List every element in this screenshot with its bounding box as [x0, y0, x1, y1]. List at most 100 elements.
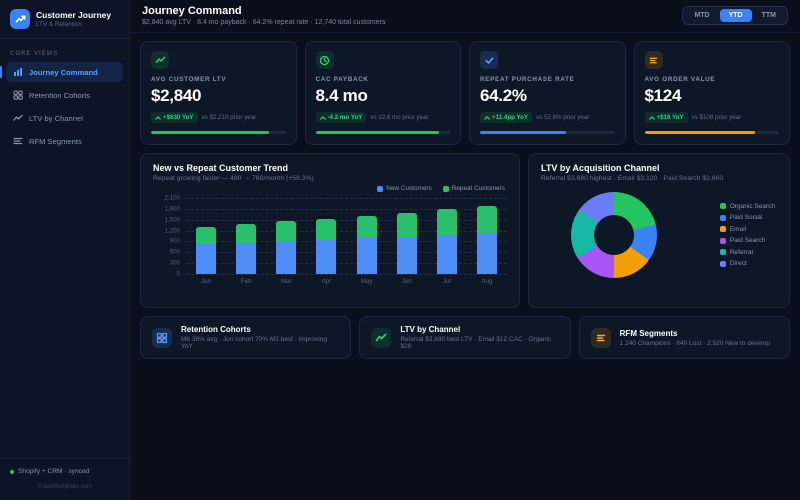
kpi-meta: -4.2 mo YoY vs 12.6 mo prior year [315, 112, 451, 123]
y-tick-label: 0 [176, 270, 180, 278]
caret-up-icon [319, 115, 326, 120]
y-tick-label: 900 [169, 237, 180, 245]
bar-column [196, 198, 217, 274]
shortcut-title: RFM Segments [619, 328, 678, 338]
kpi-progress-track [480, 131, 615, 134]
shortcut-card-rfm-segments[interactable]: RFM Segments 1,240 Champions · 640 Lost … [578, 316, 790, 359]
legend-item-new-customers: New Customers [377, 185, 432, 192]
page-subtitle: $2,840 avg LTV · 8.4 mo payback · 64.2% … [142, 19, 386, 26]
bar-segment-new [316, 239, 337, 274]
kpi-delta-badge: +$16 YoY [644, 112, 688, 123]
x-tick-label: Jun [401, 278, 412, 285]
sidebar: Customer Journey LTV & Retention CORE VI… [0, 0, 130, 500]
sidebar-item-retention-cohorts[interactable]: Retention Cohorts [6, 85, 123, 105]
legend-swatch [719, 237, 726, 244]
clock-icon [315, 51, 334, 69]
bar-column [356, 198, 377, 274]
bar-segment-repeat [276, 221, 297, 242]
bar-segment-repeat [196, 226, 217, 245]
bar-column [396, 198, 417, 274]
bar-segment-new [236, 242, 257, 274]
sidebar-item-rfm-segments[interactable]: RFM Segments [6, 131, 123, 151]
donut-legend: Organic Search Paid Social Email Paid Searc… [719, 203, 775, 267]
bar-chart-yaxis: 2,100 1,800 1,500 1,200 900 600 300 0 [153, 195, 180, 278]
panel-subtitle: Repeat growing faster — 480 → 760/month … [153, 175, 314, 182]
legend-swatch [719, 214, 726, 221]
grid-icon [13, 90, 23, 100]
panel-title: New vs Repeat Customer Trend [153, 163, 289, 173]
kpi-label: REPEAT PURCHASE RATE [480, 76, 575, 83]
legend-swatch [719, 260, 726, 267]
grid-icon [152, 327, 172, 348]
shortcut-row: Retention Cohorts M6 36% avg · Jun cohor… [140, 316, 790, 359]
range-button-mtd[interactable]: MTD [685, 9, 718, 22]
gridline [186, 274, 507, 275]
y-tick-label: 300 [169, 259, 180, 267]
x-tick-label: May [360, 278, 373, 285]
kpi-meta: +$630 YoY vs $2,210 prior year [151, 112, 286, 123]
sync-status: Shopify + CRM · synced [10, 468, 119, 475]
kpi-delta-badge: -4.2 mo YoY [315, 112, 367, 123]
status-dot-icon [10, 469, 14, 474]
bar-column [316, 198, 337, 274]
kpi-value: $2,840 [151, 86, 202, 105]
donut-legend-item: Paid Search [719, 237, 775, 244]
rows-icon [13, 136, 23, 146]
panel-new-vs-repeat-trend: New vs Repeat Customer Trend Repeat grow… [140, 153, 520, 308]
caret-up-icon [648, 115, 655, 120]
legend-swatch [442, 185, 449, 192]
y-tick-label: 1,800 [164, 205, 180, 213]
sidebar-item-label: LTV by Channel [29, 113, 83, 123]
kpi-progress-fill [644, 131, 755, 134]
bar-segment-new [396, 236, 417, 274]
sidebar-item-journey-command[interactable]: Journey Command [0, 62, 123, 82]
legend-swatch [719, 249, 726, 256]
range-button-ttm[interactable]: TTM [753, 9, 785, 22]
topbar: Journey Command $2,840 avg LTV · 8.4 mo … [130, 0, 800, 33]
caret-up-icon [484, 115, 490, 120]
bar-segment-repeat [236, 224, 257, 243]
donut-legend-item: Email [719, 226, 775, 233]
donut-legend-item: Direct [719, 260, 775, 267]
sidebar-nav: Journey Command Retention Cohorts LTV by… [0, 62, 129, 151]
brand: Customer Journey LTV & Retention [0, 0, 129, 39]
bar-column [236, 198, 257, 274]
x-tick-label: Jan [201, 278, 212, 285]
trend-up-icon [371, 327, 392, 348]
sidebar-item-label: Retention Cohorts [29, 90, 91, 100]
range-button-ytd[interactable]: YTD [719, 9, 752, 22]
kpi-compare: vs $108 prior year [691, 114, 742, 121]
kpi-value: 8.4 mo [315, 86, 368, 105]
sidebar-item-label: RFM Segments [29, 136, 82, 146]
bar-chart-xaxis: Jan Feb Mar Apr May Jun Jul Aug [186, 278, 507, 285]
kpi-compare: vs 52.8% prior year [536, 114, 590, 121]
kpi-progress-fill [480, 131, 567, 134]
sidebar-section-label: CORE VIEWS [10, 51, 59, 57]
x-tick-label: Aug [481, 278, 493, 285]
shortcut-card-ltv-by-channel[interactable]: LTV by Channel Referral $3,680 best LTV … [359, 316, 571, 359]
bar-column [436, 198, 457, 274]
sidebar-item-label: Journey Command [29, 67, 98, 77]
kpi-card-avg-ltv: AVG CUSTOMER LTV $2,840 +$630 YoY vs $2,… [140, 41, 297, 145]
kpi-label: AVG CUSTOMER LTV [151, 76, 227, 83]
y-tick-label: 600 [169, 248, 180, 256]
sidebar-item-ltv-by-channel[interactable]: LTV by Channel [6, 108, 123, 128]
rows-icon [590, 327, 611, 348]
kpi-card-repeat-rate: REPEAT PURCHASE RATE 64.2% +11.4pp YoY v… [469, 41, 626, 145]
donut-legend-item: Paid Social [719, 214, 775, 221]
kpi-label: AVG ORDER VALUE [644, 76, 716, 83]
legend-swatch [377, 185, 384, 192]
kpi-delta-badge: +$630 YoY [151, 112, 198, 123]
kpi-progress-track [315, 131, 450, 134]
bar-column [476, 198, 497, 274]
brand-subtitle: LTV & Retention [36, 20, 82, 28]
kpi-card-avg-order-value: AVG ORDER VALUE $124 +$16 YoY vs $108 pr… [633, 41, 790, 145]
bar-column [276, 198, 297, 274]
kpi-row: AVG CUSTOMER LTV $2,840 +$630 YoY vs $2,… [140, 41, 790, 145]
donut-legend-item: Referral [719, 249, 775, 256]
panel-title: LTV by Acquisition Channel [541, 163, 660, 173]
shortcut-card-retention-cohorts[interactable]: Retention Cohorts M6 36% avg · Jun cohor… [140, 316, 352, 359]
donut-chart [571, 192, 657, 278]
legend-item-repeat-customers: Repeat Customers [442, 185, 505, 192]
bar-segment-repeat [476, 205, 497, 234]
